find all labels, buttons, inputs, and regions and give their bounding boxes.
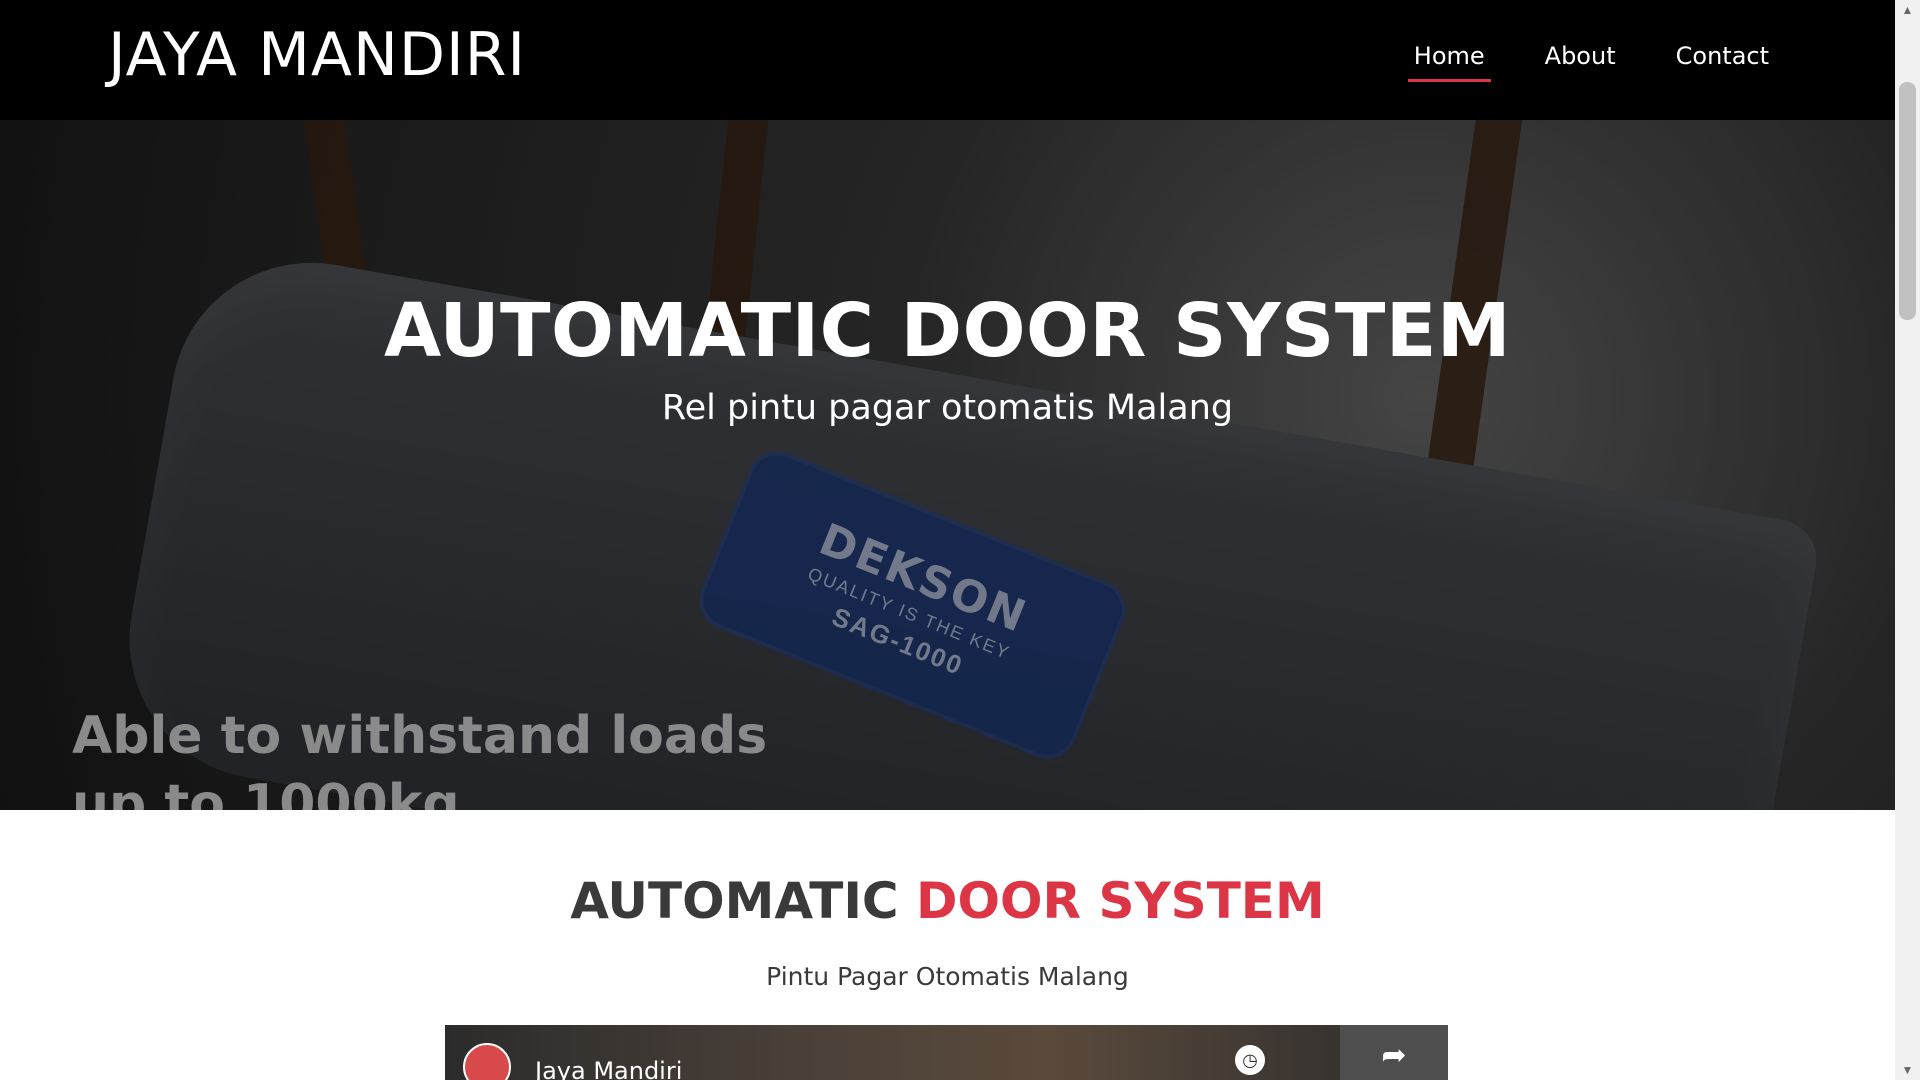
section-subtitle: Pintu Pagar Otomatis Malang — [766, 962, 1129, 991]
nav-contact[interactable]: Contact — [1670, 42, 1775, 82]
nav-home[interactable]: Home — [1407, 42, 1491, 82]
hero-caption: Able to withstand loads up to 1000kg — [72, 706, 768, 810]
scroll-down-arrow-icon[interactable]: ▼ — [1895, 1060, 1920, 1080]
section-title-accent: DOOR SYSTEM — [916, 872, 1325, 930]
scroll-thumb[interactable] — [1899, 82, 1916, 320]
top-navbar: JAYA MANDIRI Home About Contact — [0, 0, 1895, 120]
hero-banner: DEKSON QUALITY IS THE KEY SAG-1000 AUTOM… — [0, 120, 1895, 810]
brand-logo[interactable]: JAYA MANDIRI — [108, 20, 526, 90]
section-title-part1: AUTOMATIC — [570, 872, 899, 930]
hero-subtitle: Rel pintu pagar otomatis Malang — [661, 388, 1234, 428]
section-title: AUTOMATIC DOOR SYSTEM — [0, 872, 1895, 930]
embedded-video[interactable]: Jaya Mandiri ◷ ➦ — [445, 1025, 1448, 1080]
main-nav: Home About Contact — [1407, 42, 1775, 82]
video-title[interactable]: Jaya Mandiri — [535, 1057, 682, 1080]
channel-avatar[interactable] — [463, 1043, 511, 1080]
page-scrollbar[interactable]: ▲ ▼ — [1895, 0, 1920, 1080]
nav-about[interactable]: About — [1539, 42, 1622, 82]
clock-icon[interactable]: ◷ — [1235, 1045, 1265, 1075]
hero-title: AUTOMATIC DOOR SYSTEM — [383, 288, 1512, 374]
scroll-up-arrow-icon[interactable]: ▲ — [1895, 0, 1920, 20]
share-arrow-icon[interactable]: ➦ — [1340, 1025, 1448, 1080]
